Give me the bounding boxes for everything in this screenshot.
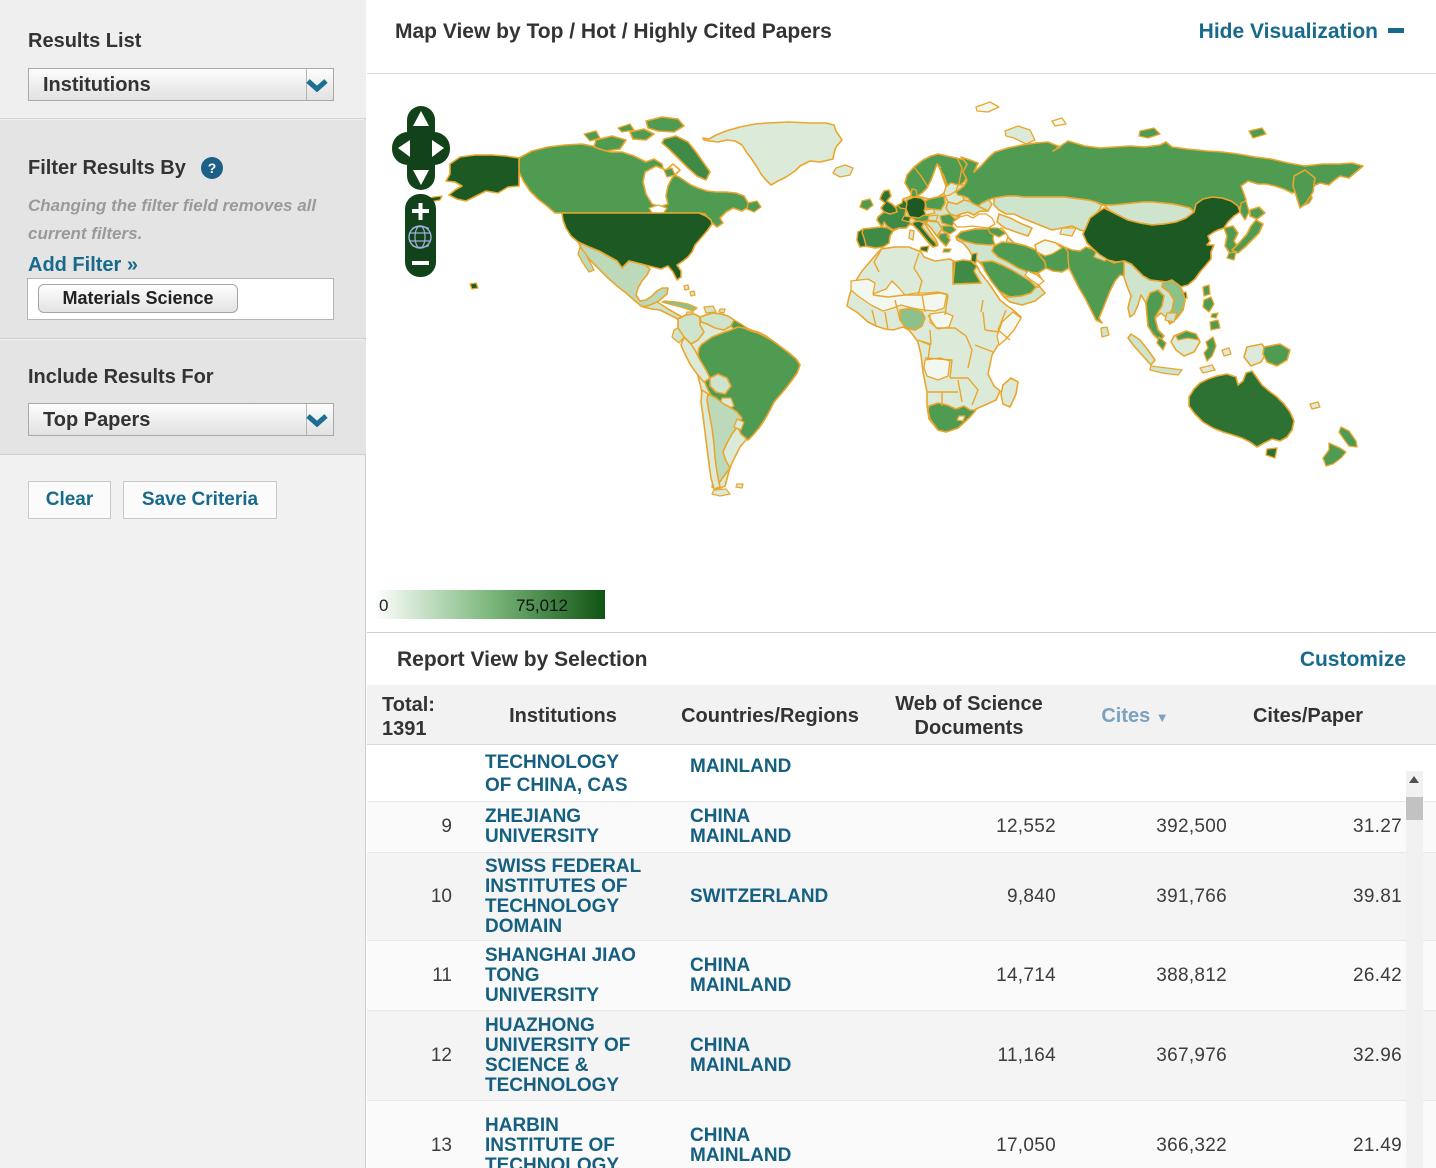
svg-text:75,012: 75,012 <box>516 596 568 615</box>
svg-text:0: 0 <box>379 596 388 615</box>
